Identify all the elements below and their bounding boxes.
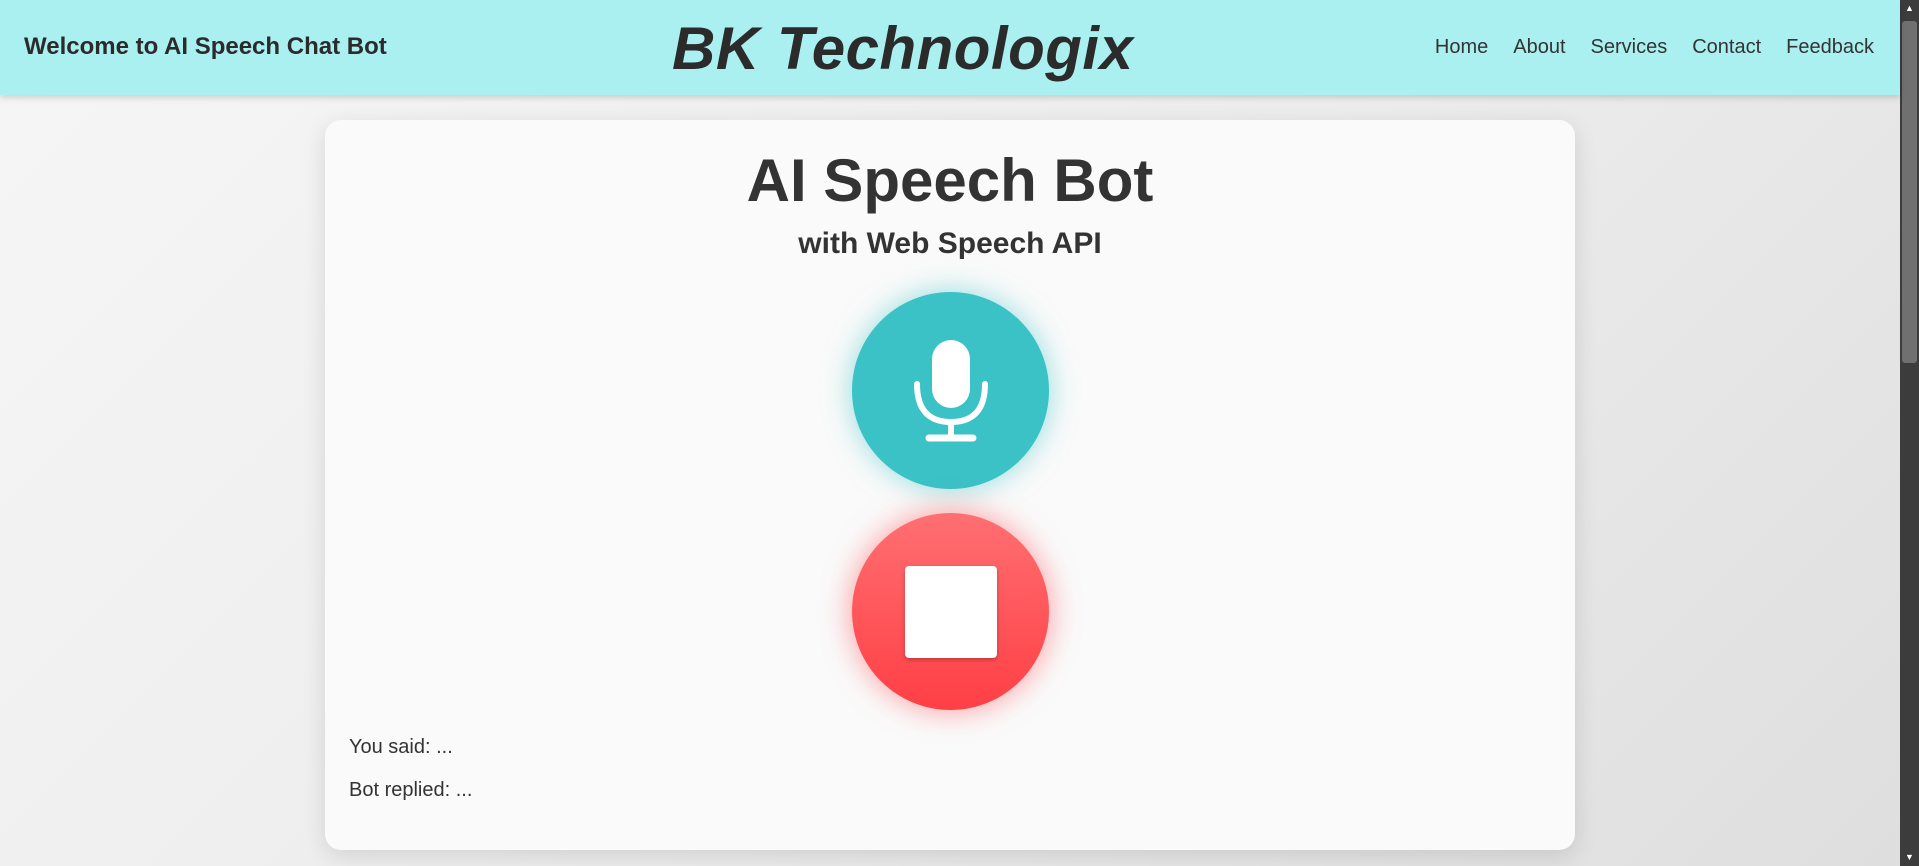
nav-services[interactable]: Services [1591,36,1668,59]
brand-title: BK Technologix [672,15,1134,82]
scroll-thumb[interactable] [1902,21,1917,363]
main-nav: Home About Services Contact Feedback [1435,36,1874,59]
speech-bot-card: AI Speech Bot with Web Speech API You sa… [325,120,1575,850]
stop-button[interactable] [852,513,1049,710]
stop-icon [904,565,997,658]
nav-contact[interactable]: Contact [1692,36,1761,59]
nav-home[interactable]: Home [1435,36,1488,59]
nav-about[interactable]: About [1513,36,1565,59]
welcome-text: Welcome to AI Speech Chat Bot [24,33,387,60]
nav-feedback[interactable]: Feedback [1786,36,1874,59]
scroll-down-icon[interactable]: ▼ [1900,849,1919,866]
top-header: Welcome to AI Speech Chat Bot BK Technol… [0,0,1900,95]
page-scrollbar[interactable]: ▲ ▼ [1900,0,1919,866]
microphone-icon [913,339,988,441]
scroll-up-icon[interactable]: ▲ [1900,0,1919,17]
page-subtitle: with Web Speech API [798,227,1102,260]
page-title: AI Speech Bot [746,147,1154,214]
bot-reply: Bot replied: ... [349,779,473,801]
start-listening-button[interactable] [852,292,1049,489]
user-transcript: You said: ... [349,736,453,758]
